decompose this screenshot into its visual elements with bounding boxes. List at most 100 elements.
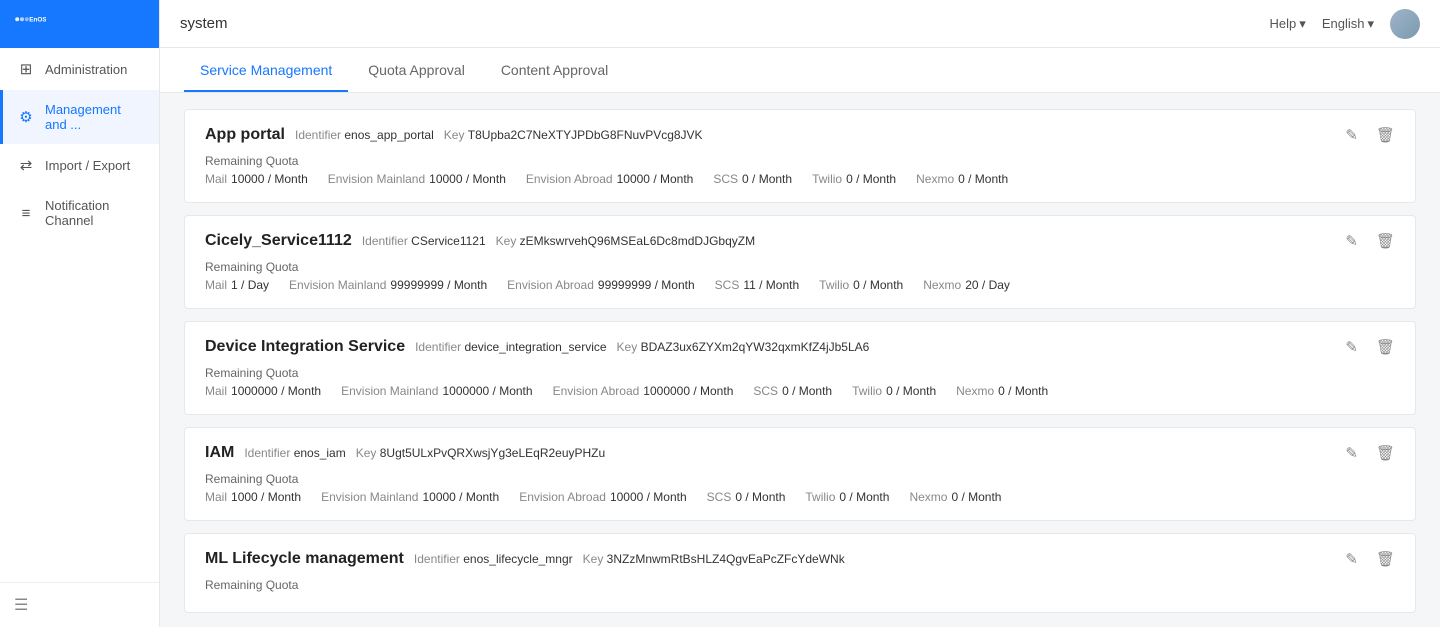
quota-section: Mail 10000 / Month (205, 172, 308, 186)
quota-label: Envision Abroad (519, 490, 606, 504)
quota-value: 0 / Month (951, 490, 1001, 504)
quota-section: Twilio 0 / Month (852, 384, 936, 398)
quota-value: 0 / Month (742, 172, 792, 186)
service-name: ML Lifecycle management (205, 550, 404, 568)
quota-label: Nexmo (956, 384, 994, 398)
service-key-label: Key 3NZzMnwmRtBsHLZ4QgvEaPcZFcYdeWNk (583, 552, 845, 566)
quota-value: 1000000 / Month (231, 384, 321, 398)
quota-value: 99999999 / Month (390, 278, 487, 292)
edit-button[interactable]: ✎ (1341, 548, 1362, 570)
help-menu[interactable]: Help ▾ (1270, 16, 1306, 32)
svg-text:EnOS™: EnOS™ (29, 17, 46, 24)
quota-value: 0 / Month (886, 384, 936, 398)
quota-label: Envision Mainland (321, 490, 418, 504)
edit-button[interactable]: ✎ (1341, 336, 1362, 358)
delete-button[interactable]: 🗑 (1372, 442, 1399, 464)
delete-button[interactable]: 🗑 (1372, 124, 1399, 146)
tab-content-approval[interactable]: Content Approval (485, 48, 624, 92)
service-key-value: T8Upba2C7NeXTYJPDbG8FNuvPVcg8JVK (468, 128, 703, 142)
administration-icon: ⊞ (17, 60, 35, 78)
quota-section: Twilio 0 / Month (805, 490, 889, 504)
sidebar-item-notification-label: Notification Channel (45, 198, 145, 228)
service-actions: ✎ 🗑 (1341, 124, 1399, 146)
hamburger-icon[interactable]: ☰ (14, 597, 28, 614)
app-logo: EnOS™ (0, 0, 159, 48)
sidebar-item-import-export[interactable]: ⇄ Import / Export (0, 144, 159, 186)
edit-button[interactable]: ✎ (1341, 230, 1362, 252)
service-actions: ✎ 🗑 (1341, 442, 1399, 464)
service-key-label: Key BDAZ3ux6ZYXm2qYW32qxmKfZ4jJb5LA6 (617, 340, 870, 354)
help-label: Help (1270, 16, 1297, 31)
quota-label: SCS (713, 172, 738, 186)
language-selector[interactable]: English ▾ (1322, 16, 1374, 32)
quota-section: Nexmo 0 / Month (916, 172, 1008, 186)
quota-row: Mail 10000 / Month Envision Mainland 100… (205, 172, 1395, 186)
services-list: ✎ 🗑 App portal Identifier enos_app_porta… (184, 109, 1416, 613)
quota-section: Envision Abroad 10000 / Month (526, 172, 693, 186)
remaining-quota-title: Remaining Quota (205, 260, 1395, 274)
edit-button[interactable]: ✎ (1341, 442, 1362, 464)
sidebar-item-administration[interactable]: ⊞ Administration (0, 48, 159, 90)
header-right: Help ▾ English ▾ (1270, 9, 1420, 39)
service-card: ✎ 🗑 Cicely_Service1112 Identifier CServi… (184, 215, 1416, 309)
quota-value: 1000 / Month (231, 490, 301, 504)
avatar-image (1390, 9, 1420, 39)
delete-button[interactable]: 🗑 (1372, 336, 1399, 358)
quota-row: Mail 1 / Day Envision Mainland 99999999 … (205, 278, 1395, 292)
page-title: system (180, 15, 228, 32)
quota-value: 1 / Day (231, 278, 269, 292)
quota-value: 0 / Month (839, 490, 889, 504)
quota-value: 10000 / Month (617, 172, 694, 186)
quota-value: 11 / Month (743, 278, 799, 292)
quota-label: Envision Mainland (341, 384, 438, 398)
help-chevron-icon: ▾ (1299, 16, 1306, 32)
sidebar-item-import-export-label: Import / Export (45, 158, 130, 173)
quota-label: SCS (715, 278, 740, 292)
quota-label: Nexmo (923, 278, 961, 292)
service-identifier-label: Identifier device_integration_service (415, 340, 606, 354)
service-identifier-value: device_integration_service (464, 340, 606, 354)
quota-value: 20 / Day (965, 278, 1010, 292)
sidebar: EnOS™ ⊞ Administration ⚙ Management and … (0, 0, 160, 627)
quota-value: 0 / Month (853, 278, 903, 292)
service-identifier-value: enos_app_portal (344, 128, 433, 142)
service-key-value: BDAZ3ux6ZYXm2qYW32qxmKfZ4jJb5LA6 (641, 340, 870, 354)
user-avatar[interactable] (1390, 9, 1420, 39)
quota-section: Nexmo 0 / Month (956, 384, 1048, 398)
service-actions: ✎ 🗑 (1341, 336, 1399, 358)
service-header: App portal Identifier enos_app_portal Ke… (205, 126, 1395, 144)
service-card: ✎ 🗑 IAM Identifier enos_iam Key 8Ugt5ULx… (184, 427, 1416, 521)
sidebar-footer: ☰ (0, 582, 159, 627)
quota-label: Twilio (805, 490, 835, 504)
quota-section: Mail 1 / Day (205, 278, 269, 292)
quota-value: 0 / Month (782, 384, 832, 398)
quota-label: Envision Abroad (553, 384, 640, 398)
service-key-label: Key 8Ugt5ULxPvQRXwsjYg3eLEqR2euyPHZu (356, 446, 605, 460)
quota-section: Envision Mainland 10000 / Month (328, 172, 506, 186)
header-left: system (180, 15, 228, 32)
delete-button[interactable]: 🗑 (1372, 548, 1399, 570)
edit-button[interactable]: ✎ (1341, 124, 1362, 146)
tab-quota-approval[interactable]: Quota Approval (352, 48, 481, 92)
sidebar-item-management-label: Management and ... (45, 102, 145, 132)
sidebar-item-management[interactable]: ⚙ Management and ... (0, 90, 159, 144)
delete-button[interactable]: 🗑 (1372, 230, 1399, 252)
service-card: ✎ 🗑 ML Lifecycle management Identifier e… (184, 533, 1416, 613)
service-actions: ✎ 🗑 (1341, 230, 1399, 252)
content-area: ✎ 🗑 App portal Identifier enos_app_porta… (160, 93, 1440, 627)
service-key-value: zEMkswrvehQ96MSEaL6Dc8mdDJGbqyZM (520, 234, 755, 248)
remaining-quota-title: Remaining Quota (205, 472, 1395, 486)
quota-label: Envision Mainland (289, 278, 386, 292)
quota-section: SCS 0 / Month (707, 490, 786, 504)
tab-service-management[interactable]: Service Management (184, 48, 348, 92)
notification-icon: ≡ (17, 204, 35, 222)
quota-section: Mail 1000 / Month (205, 490, 301, 504)
service-name: Cicely_Service1112 (205, 232, 352, 250)
quota-section: Nexmo 0 / Month (909, 490, 1001, 504)
header: system Help ▾ English ▾ (160, 0, 1440, 48)
quota-value: 99999999 / Month (598, 278, 695, 292)
sidebar-item-notification[interactable]: ≡ Notification Channel (0, 186, 159, 240)
quota-row: Mail 1000 / Month Envision Mainland 1000… (205, 490, 1395, 504)
service-key-label: Key zEMkswrvehQ96MSEaL6Dc8mdDJGbqyZM (496, 234, 755, 248)
quota-value: 10000 / Month (429, 172, 506, 186)
